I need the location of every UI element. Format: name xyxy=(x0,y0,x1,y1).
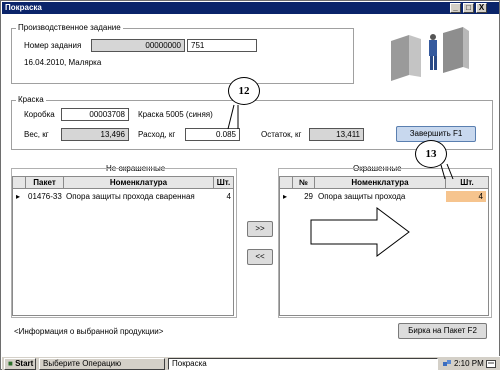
header-nomenclature[interactable]: Номенклатура xyxy=(64,177,214,189)
weight-field: 13,496 xyxy=(61,128,129,141)
header-pointer-col xyxy=(280,177,293,189)
remainder-field: 13,411 xyxy=(309,128,364,141)
selected-product-info: <Информация о выбранной продукции> xyxy=(14,327,164,336)
maximize-button[interactable]: □ xyxy=(463,3,474,13)
header-number[interactable]: № xyxy=(293,177,315,189)
header-pointer-col xyxy=(13,177,26,189)
start-label: Start xyxy=(15,359,34,368)
taskbar-item-painting[interactable]: Покраска xyxy=(168,358,438,370)
worker-body xyxy=(429,40,437,56)
task-number-label: Номер задания xyxy=(24,41,82,50)
box-label: Коробка xyxy=(24,110,55,119)
box-field[interactable]: 00003708 xyxy=(61,108,129,121)
booth-right-panel xyxy=(409,35,421,77)
paint-name-text: Краска 5005 (синяя) xyxy=(138,110,213,119)
callout-12-pointer xyxy=(227,104,239,130)
app-window: Покраска _ □ X Производственное задание … xyxy=(0,0,500,370)
consumption-label: Расход, кг xyxy=(138,130,176,139)
row-nomenclature: Опора защиты прохода сваренная xyxy=(66,192,195,201)
row-nomenclature: Опора защиты прохода xyxy=(318,192,406,201)
row-number: 29 xyxy=(304,192,313,201)
callout-13-pointer xyxy=(440,163,454,180)
table-row[interactable]: ▸ 01476-33 Опора защиты прохода сваренна… xyxy=(13,191,233,202)
production-task-label: Производственное задание xyxy=(16,23,123,32)
move-back-button[interactable]: << xyxy=(247,249,273,265)
machine-side xyxy=(463,27,469,69)
annotation-right-arrow xyxy=(310,207,410,257)
worker-leg-right xyxy=(434,56,437,70)
row-pointer-icon: ▸ xyxy=(16,192,21,201)
production-task-group xyxy=(11,28,354,84)
task-date-text: 16.04.2010, Малярка xyxy=(24,58,102,67)
window-title: Покраска xyxy=(5,3,42,12)
task-number-field[interactable]: 751 xyxy=(187,39,257,52)
move-forward-button[interactable]: >> xyxy=(247,221,273,237)
painting-booth-illustration xyxy=(391,27,469,81)
taskbar: ■ Start Выберите Операцию Покраска 2:10 … xyxy=(2,356,500,370)
table-row[interactable]: ▸ 29 Опора защиты прохода 4 xyxy=(280,191,488,202)
paint-group-label: Краска xyxy=(16,95,46,104)
row-qty: 4 xyxy=(226,192,231,201)
start-button[interactable]: ■ Start xyxy=(4,358,36,370)
desktop-icon[interactable] xyxy=(486,359,496,369)
machine-front xyxy=(443,27,463,73)
minimize-button[interactable]: _ xyxy=(450,3,461,13)
unpainted-table[interactable]: Пакет Номенклатура Шт. ▸ 01476-33 Опора … xyxy=(12,176,234,316)
row-pointer-icon: ▸ xyxy=(283,192,288,201)
row-qty-highlighted[interactable]: 4 xyxy=(446,191,486,202)
clock-text: 2:10 PM xyxy=(454,359,484,368)
close-button[interactable]: X xyxy=(476,3,487,13)
start-icon: ■ xyxy=(8,359,13,368)
remainder-label: Остаток, кг xyxy=(261,130,302,139)
taskbar-item-operation[interactable]: Выберите Операцию xyxy=(39,358,165,370)
worker-head xyxy=(430,34,436,40)
header-qty[interactable]: Шт. xyxy=(214,177,233,189)
title-bar: Покраска xyxy=(2,2,499,14)
task-code-field: 00000000 xyxy=(91,39,185,52)
unpainted-table-header: Пакет Номенклатура Шт. xyxy=(13,177,233,189)
row-package: 01476-33 xyxy=(28,192,62,201)
header-nomenclature[interactable]: Номенклатура xyxy=(315,177,446,189)
finish-button[interactable]: Завершить F1 xyxy=(396,126,476,142)
booth-left-panel xyxy=(391,35,409,81)
network-icon xyxy=(442,359,452,369)
header-package[interactable]: Пакет xyxy=(26,177,64,189)
worker-leg-left xyxy=(430,56,433,70)
tag-package-button[interactable]: Бирка на Пакет F2 xyxy=(398,323,487,339)
weight-label: Вес, кг xyxy=(24,130,49,139)
